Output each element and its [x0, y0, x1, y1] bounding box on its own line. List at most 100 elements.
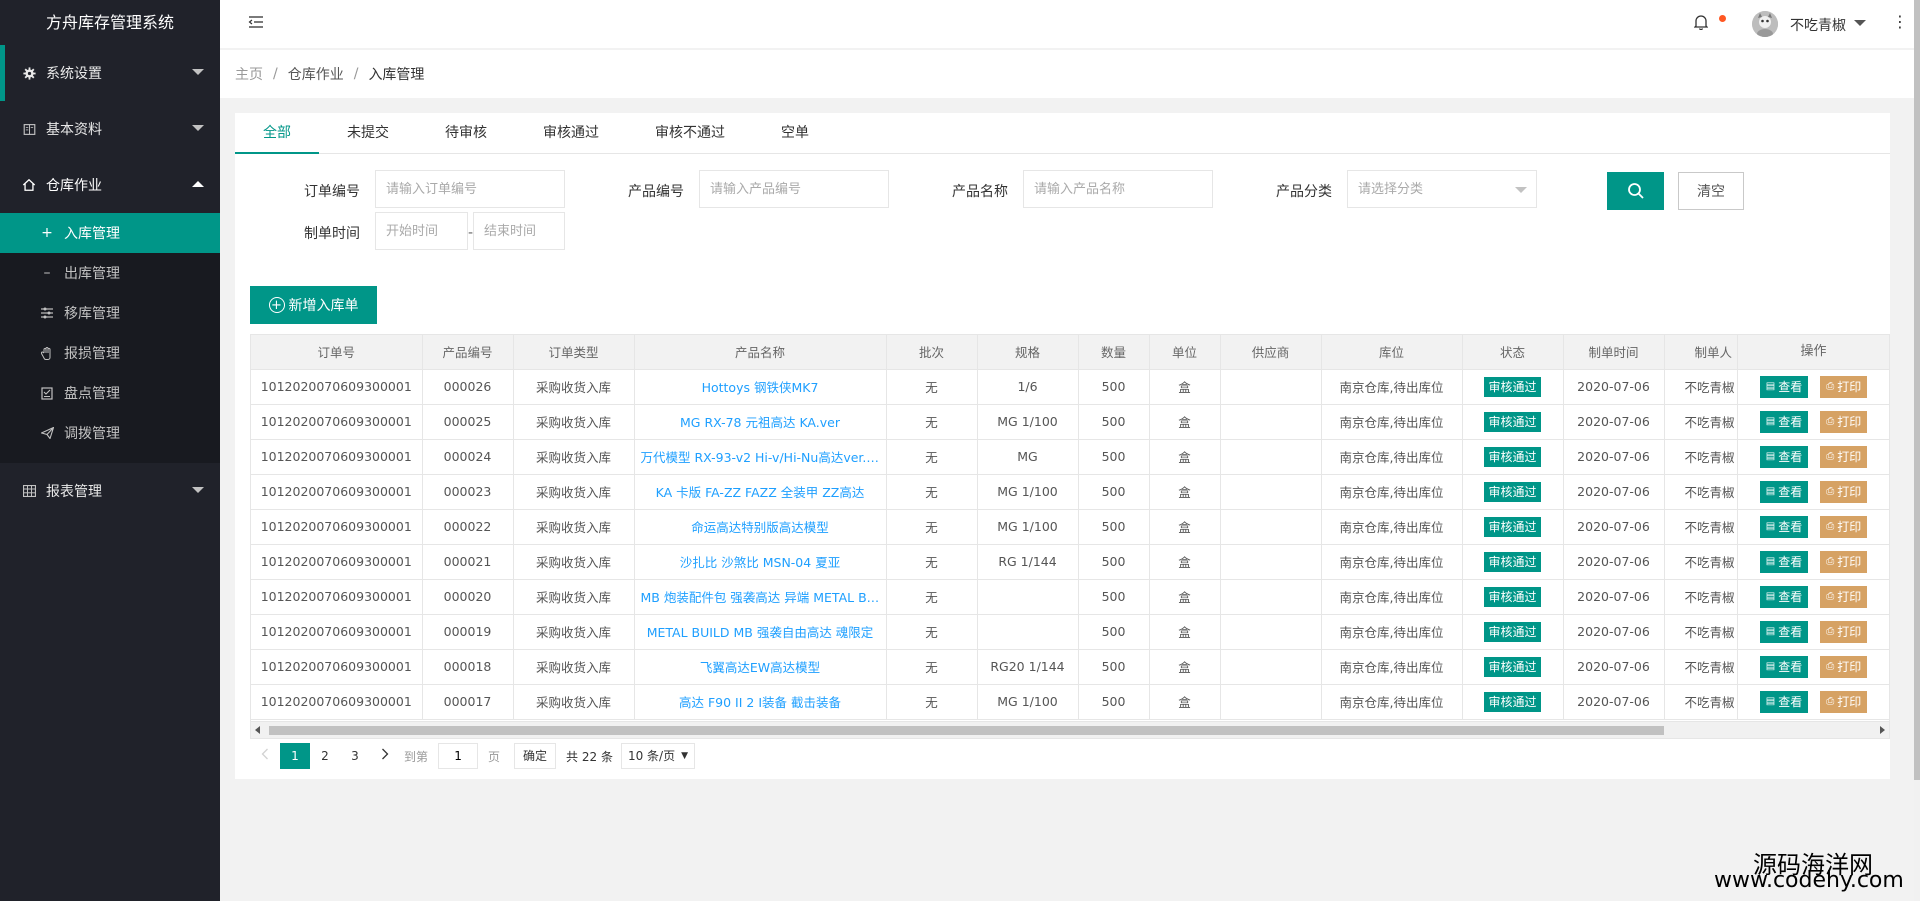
- print-button[interactable]: ⎙ 打印: [1820, 516, 1868, 538]
- goto-confirm-button[interactable]: 确定: [514, 743, 557, 769]
- sidebar-item-basic-data[interactable]: 基本资料: [0, 101, 220, 157]
- print-button[interactable]: ⎙ 打印: [1820, 551, 1868, 573]
- cell-product-name[interactable]: METAL BUILD MB 强袭自由高达 魂限定: [634, 614, 887, 650]
- tab-approved[interactable]: 审核通过: [515, 113, 627, 153]
- username[interactable]: 不吃青椒: [1790, 15, 1846, 35]
- tab-rejected[interactable]: 审核不通过: [627, 113, 753, 153]
- col-location[interactable]: 库位: [1321, 335, 1463, 370]
- table-row[interactable]: 1012020070609300001 000019 采购收货入库 METAL BUI…: [251, 614, 1889, 650]
- print-button[interactable]: ⎙ 打印: [1820, 691, 1868, 713]
- search-button[interactable]: [1607, 172, 1664, 210]
- view-button[interactable]: ▤ 查看: [1759, 516, 1809, 538]
- add-inbound-button[interactable]: + 新增入库单: [250, 286, 377, 324]
- table-row[interactable]: 1012020070609300001 000026 采购收货入库 Hottoys 钢…: [251, 369, 1889, 405]
- breadcrumb-warehouse[interactable]: 仓库作业: [288, 64, 344, 84]
- page-size-select[interactable]: 10 条/页 ▼: [620, 743, 696, 769]
- view-button[interactable]: ▤ 查看: [1759, 551, 1809, 573]
- table-row[interactable]: 1012020070609300001 000025 采购收货入库 MG RX-78 …: [251, 404, 1889, 440]
- table-row[interactable]: 1012020070609300001 000018 采购收货入库 飞翼高达EW高达模…: [251, 649, 1889, 685]
- table-row[interactable]: 1012020070609300001 000024 采购收货入库 万代模型 RX-9…: [251, 439, 1889, 475]
- clear-button[interactable]: 清空: [1678, 172, 1744, 210]
- view-button[interactable]: ▤ 查看: [1759, 691, 1809, 713]
- sidebar-item-system-settings[interactable]: 系统设置: [0, 45, 220, 101]
- col-status[interactable]: 状态: [1462, 335, 1564, 370]
- view-button[interactable]: ▤ 查看: [1759, 586, 1809, 608]
- sidebar-subitem-outbound[interactable]: – 出库管理: [0, 253, 220, 293]
- start-time-input[interactable]: [375, 212, 468, 250]
- product-name-input[interactable]: [1023, 170, 1213, 208]
- table-row[interactable]: 1012020070609300001 000023 采购收货入库 KA 卡版 FA-…: [251, 474, 1889, 510]
- menu-toggle-icon[interactable]: [248, 14, 264, 30]
- cell-product-name[interactable]: 沙扎比 沙煞比 MSN-04 夏亚: [634, 544, 887, 580]
- sidebar-subitem-allocation[interactable]: 调拨管理: [0, 413, 220, 453]
- cell-product-name[interactable]: 万代模型 RX-93-v2 Hi-v/Hi-Nu高达ver.ka: [634, 439, 887, 475]
- print-button[interactable]: ⎙ 打印: [1820, 481, 1868, 503]
- table-row[interactable]: 1012020070609300001 000020 采购收货入库 MB 炮装配件包 …: [251, 579, 1889, 615]
- bell-icon[interactable]: [1693, 14, 1709, 31]
- scroll-left-arrow-icon[interactable]: [255, 726, 260, 734]
- print-button[interactable]: ⎙ 打印: [1820, 656, 1868, 678]
- sidebar-subitem-inventory-check[interactable]: 盘点管理: [0, 373, 220, 413]
- print-button[interactable]: ⎙ 打印: [1820, 621, 1868, 643]
- view-button[interactable]: ▤ 查看: [1759, 411, 1809, 433]
- scroll-right-arrow-icon[interactable]: [1880, 726, 1885, 734]
- more-vertical-icon[interactable]: ⋮: [1892, 12, 1908, 31]
- sidebar-item-reports[interactable]: 报表管理: [0, 463, 220, 519]
- col-order-type[interactable]: 订单类型: [513, 335, 635, 370]
- print-button[interactable]: ⎙ 打印: [1820, 376, 1868, 398]
- cell-product-name[interactable]: 飞翼高达EW高达模型: [634, 649, 887, 685]
- col-batch[interactable]: 批次: [886, 335, 978, 370]
- cell-product-name[interactable]: 高达 F90 II 2 I装备 截击装备: [634, 684, 887, 720]
- sidebar-subitem-damage[interactable]: 报损管理: [0, 333, 220, 373]
- table-row[interactable]: 1012020070609300001 000022 采购收货入库 命运高达特别版高达…: [251, 509, 1889, 545]
- tab-all[interactable]: 全部: [235, 113, 319, 154]
- page-scrollbar-thumb[interactable]: [1914, 0, 1920, 780]
- sidebar-subitem-inbound[interactable]: + 入库管理: [0, 213, 220, 253]
- cell-product-name[interactable]: MG RX-78 元祖高达 KA.ver: [634, 404, 887, 440]
- print-button[interactable]: ⎙ 打印: [1820, 446, 1868, 468]
- col-supplier[interactable]: 供应商: [1220, 335, 1322, 370]
- breadcrumb-home[interactable]: 主页: [235, 64, 263, 84]
- next-page-icon[interactable]: [370, 743, 400, 769]
- cell-product-name[interactable]: MB 炮装配件包 强袭高达 异端 METAL BUILD: [634, 579, 887, 615]
- goto-page-input[interactable]: [438, 743, 479, 769]
- col-spec[interactable]: 规格: [977, 335, 1079, 370]
- tab-not-submitted[interactable]: 未提交: [319, 113, 417, 153]
- category-select[interactable]: [1347, 170, 1537, 208]
- end-time-input[interactable]: [473, 212, 565, 250]
- scrollbar-thumb[interactable]: [269, 726, 1664, 735]
- view-button[interactable]: ▤ 查看: [1759, 446, 1809, 468]
- product-no-input[interactable]: [699, 170, 889, 208]
- sidebar-subitem-transfer-location[interactable]: 移库管理: [0, 293, 220, 333]
- cell-quantity: 500: [1078, 509, 1150, 545]
- cell-product-name[interactable]: KA 卡版 FA-ZZ FAZZ 全装甲 ZZ高达: [634, 474, 887, 510]
- cell-product-name[interactable]: 命运高达特别版高达模型: [634, 509, 887, 545]
- order-no-input[interactable]: [375, 170, 565, 208]
- page-1[interactable]: 1: [280, 743, 310, 769]
- table-row[interactable]: 1012020070609300001 000021 采购收货入库 沙扎比 沙煞比 M…: [251, 544, 1889, 580]
- tab-empty[interactable]: 空单: [753, 113, 837, 153]
- page-2[interactable]: 2: [310, 743, 340, 769]
- tab-pending-review[interactable]: 待审核: [417, 113, 515, 153]
- print-button[interactable]: ⎙ 打印: [1820, 411, 1868, 433]
- print-button[interactable]: ⎙ 打印: [1820, 586, 1868, 608]
- horizontal-scrollbar[interactable]: [251, 721, 1889, 738]
- col-unit[interactable]: 单位: [1149, 335, 1221, 370]
- col-create-time[interactable]: 制单时间: [1563, 335, 1665, 370]
- sidebar-item-warehouse-ops[interactable]: 仓库作业: [0, 157, 220, 213]
- prev-page-icon[interactable]: [250, 743, 280, 769]
- chevron-down-icon[interactable]: [1854, 20, 1866, 26]
- col-product-name[interactable]: 产品名称: [634, 335, 887, 370]
- col-product-no[interactable]: 产品编号: [422, 335, 514, 370]
- view-button[interactable]: ▤ 查看: [1759, 621, 1809, 643]
- view-button[interactable]: ▤ 查看: [1759, 481, 1809, 503]
- table-row[interactable]: 1012020070609300001 000017 采购收货入库 高达 F90 II…: [251, 684, 1889, 720]
- view-button[interactable]: ▤ 查看: [1759, 376, 1809, 398]
- cell-product-name[interactable]: Hottoys 钢铁侠MK7: [634, 369, 887, 405]
- page-scrollbar[interactable]: [1914, 0, 1920, 901]
- col-quantity[interactable]: 数量: [1078, 335, 1150, 370]
- page-3[interactable]: 3: [340, 743, 370, 769]
- avatar[interactable]: [1752, 11, 1778, 37]
- view-button[interactable]: ▤ 查看: [1759, 656, 1809, 678]
- col-order-no[interactable]: 订单号: [251, 335, 423, 370]
